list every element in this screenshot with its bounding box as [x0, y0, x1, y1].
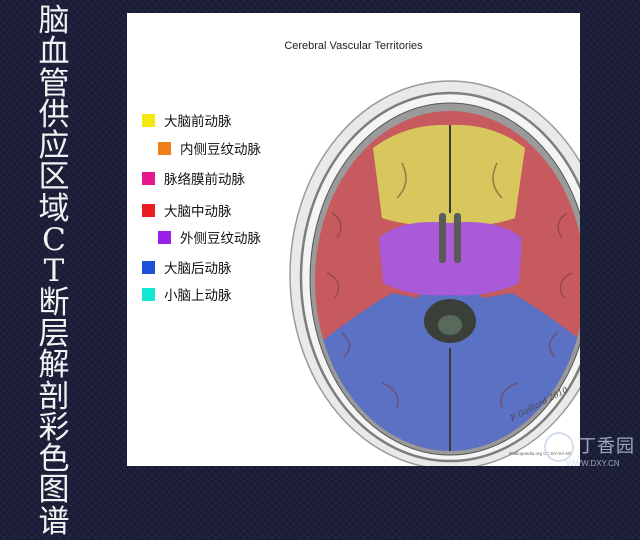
slide-title: 脑血管供应区域CT断层解剖彩色图谱: [38, 3, 70, 540]
ventricle-right: [454, 213, 461, 263]
figure-panel: Cerebral Vascular Territories 大脑前动脉 内侧豆纹…: [127, 13, 580, 466]
watermark-url: WWW.DXY.CN: [566, 459, 620, 468]
watermark-name: 丁香园: [578, 436, 635, 457]
watermark: 丁香园 WWW.DXY.CN: [540, 428, 635, 476]
ventricle-left: [439, 213, 446, 263]
dxy-logo-icon: [544, 432, 574, 462]
ct-scan-image: [289, 80, 580, 466]
region-lateral-lenticulostriate: [379, 222, 522, 296]
midbrain-core: [438, 315, 462, 335]
